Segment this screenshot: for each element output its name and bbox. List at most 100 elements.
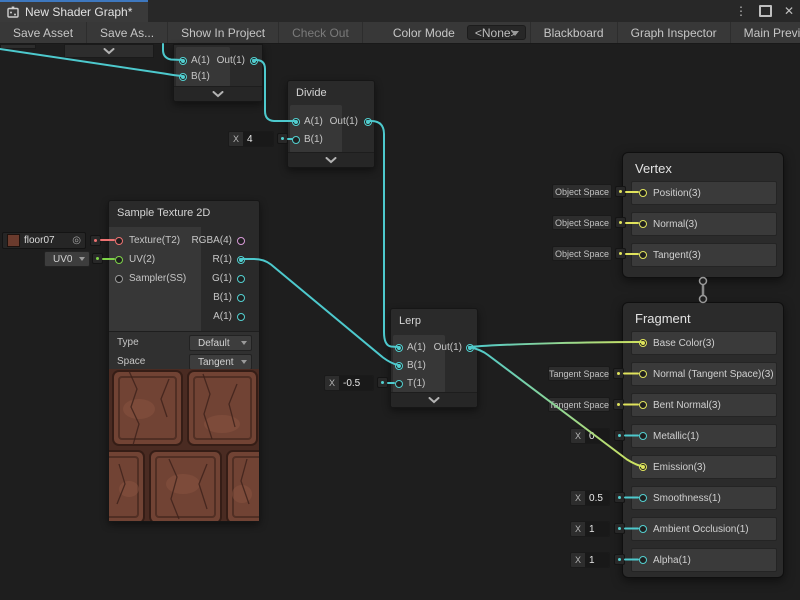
port-add-out[interactable] [250,57,258,65]
port-bent-normal[interactable] [639,401,647,409]
close-icon[interactable]: ✕ [784,4,794,18]
alpha-inline-port[interactable] [614,554,625,565]
port-g[interactable] [237,275,245,283]
divide-b-inline-port[interactable] [277,133,288,144]
port-b[interactable] [237,294,245,302]
color-mode-dropdown[interactable]: <None> [467,25,526,40]
port-metallic[interactable] [639,432,647,440]
port-uv[interactable] [115,256,123,264]
bent-normal-block[interactable]: Bent Normal(3) [631,393,777,417]
bent-normal-space-field[interactable]: Tangent Space [548,397,610,412]
port-smoothness-label: Smoothness(1) [653,493,721,504]
divide-b-value[interactable]: 4 [243,132,273,146]
lerp-t-inline-port[interactable] [377,377,388,388]
metallic-inline-port[interactable] [614,430,625,441]
port-smoothness[interactable] [639,494,647,502]
ambient-occlusion-value-field[interactable]: X 1 [570,521,610,537]
lerp-node[interactable]: Lerp A(1) B(1) T(1) Out(1) [390,308,478,408]
texture-inline-port[interactable] [90,235,101,246]
graph-inspector-button[interactable]: Graph Inspector [618,22,731,43]
emission-block[interactable]: Emission(3) [631,455,777,479]
normal-ts-block[interactable]: Normal (Tangent Space)(3) [631,362,777,386]
smoothness-value-field[interactable]: X 0.5 [570,490,610,506]
lerp-node-collapse-strip[interactable] [391,392,477,407]
position-inline-port[interactable] [615,186,626,197]
port-alpha[interactable] [639,556,647,564]
alpha-value-field[interactable]: X 1 [570,552,610,568]
port-divide-b[interactable] [292,136,300,144]
smoothness-value[interactable]: 0.5 [585,491,609,505]
base-color-block[interactable]: Base Color(3) [631,331,777,355]
divide-node[interactable]: Divide A(1) B(1) Out(1) [287,80,375,168]
vertex-stack[interactable]: Vertex Position(3) Normal(3) Tangent(3) [622,152,784,278]
bent-normal-inline-port[interactable] [613,399,624,410]
port-rgba[interactable] [237,237,245,245]
normal-space-field[interactable]: Object Space [552,215,612,230]
ambient-occlusion-value[interactable]: 1 [585,522,609,536]
add-node[interactable]: A(1) B(1) Out(1) [173,44,263,102]
ambient-occlusion-block[interactable]: Ambient Occlusion(1) [631,517,777,541]
tangent-inline-port[interactable] [615,248,626,259]
port-sampler[interactable] [115,275,123,283]
port-tangent[interactable] [639,251,647,259]
vertex-tangent-block[interactable]: Tangent(3) [631,243,777,267]
main-preview-button[interactable]: Main Preview [731,22,800,43]
port-a-label: A(1) [213,311,232,323]
fragment-stack[interactable]: Fragment Base Color(3) Normal (Tangent S… [622,302,784,578]
collapsed-node-chevron-bar[interactable] [64,44,154,58]
normal-ts-space-field[interactable]: Tangent Space [548,366,610,381]
vertex-position-block[interactable]: Position(3) [631,181,777,205]
lerp-t-value-field[interactable]: X -0.5 [324,375,374,391]
position-space-field[interactable]: Object Space [552,184,612,199]
lerp-t-value[interactable]: -0.5 [339,376,373,390]
port-lerp-out[interactable] [466,344,474,352]
add-node-collapse-strip[interactable] [174,86,262,101]
save-as-button[interactable]: Save As... [87,22,168,43]
port-normal-tangent-space[interactable] [639,370,647,378]
alpha-value[interactable]: 1 [585,553,609,567]
port-ambient-occlusion[interactable] [639,525,647,533]
port-add-a[interactable] [179,57,187,65]
normal-inline-port[interactable] [615,217,626,228]
tangent-space-field[interactable]: Object Space [552,246,612,261]
space-dropdown[interactable]: Tangent [189,354,252,370]
port-a[interactable] [237,313,245,321]
smoothness-block[interactable]: Smoothness(1) [631,486,777,510]
port-r[interactable] [237,256,245,264]
metallic-value-field[interactable]: X 0 [570,428,610,444]
alpha-block[interactable]: Alpha(1) [631,548,777,572]
type-dropdown[interactable]: Default [189,335,252,351]
maximize-icon[interactable] [759,5,772,17]
port-texture[interactable] [115,237,123,245]
port-base-color[interactable] [639,339,647,347]
smoothness-inline-port[interactable] [614,492,625,503]
uv-channel-dropdown[interactable]: UV0 [44,251,90,267]
port-divide-out[interactable] [364,118,372,126]
port-lerp-a[interactable] [395,344,403,352]
port-divide-a[interactable] [292,118,300,126]
port-normal[interactable] [639,220,647,228]
port-lerp-b[interactable] [395,362,403,370]
object-picker-icon[interactable]: ◎ [72,236,81,246]
port-add-b[interactable] [179,73,187,81]
graph-canvas[interactable]: A(1) B(1) Out(1) Divide A(1) B(1) Out(1)… [0,44,800,600]
blackboard-button[interactable]: Blackboard [530,22,618,43]
normal-ts-inline-port[interactable] [613,368,624,379]
ambient-occlusion-inline-port[interactable] [614,523,625,534]
texture-preview [109,369,259,521]
save-asset-button[interactable]: Save Asset [0,22,87,43]
port-lerp-t[interactable] [395,380,403,388]
uv-inline-port[interactable] [92,253,103,264]
tab-new-shader-graph[interactable]: New Shader Graph* [0,0,148,22]
port-emission[interactable] [639,463,647,471]
metallic-block[interactable]: Metallic(1) [631,424,777,448]
divide-b-value-field[interactable]: X 4 [228,131,274,147]
texture-asset-field[interactable]: floor07 ◎ [2,232,86,249]
show-in-project-button[interactable]: Show In Project [168,22,279,43]
port-position[interactable] [639,189,647,197]
sample-texture-node[interactable]: Sample Texture 2D Texture(T2) UV(2) Samp… [108,200,260,522]
menu-icon[interactable]: ⋮ [735,4,747,18]
vertex-normal-block[interactable]: Normal(3) [631,212,777,236]
divide-node-collapse-strip[interactable] [288,152,374,167]
metallic-value[interactable]: 0 [585,429,609,443]
